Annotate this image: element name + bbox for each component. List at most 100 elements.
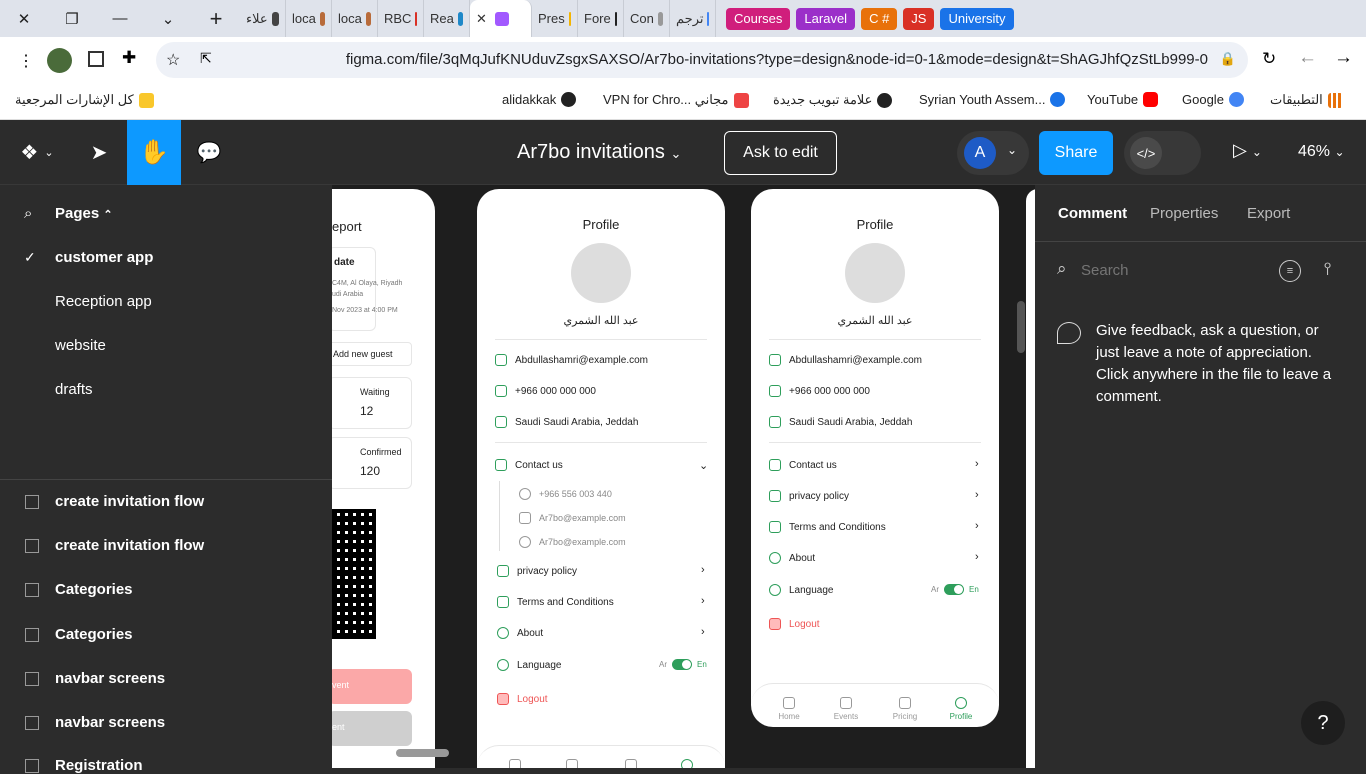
move-tool-icon[interactable]: ➤ — [72, 120, 126, 185]
tab-group[interactable]: JS — [903, 7, 935, 30]
extensions-icon[interactable]: ✚ — [122, 48, 136, 68]
terms-row[interactable]: Terms and Conditions — [769, 521, 886, 533]
tab-properties[interactable]: Properties — [1150, 205, 1218, 222]
layer-item[interactable]: navbar screens — [25, 714, 165, 731]
language-row[interactable]: Language — [769, 584, 834, 596]
bookmark-new-tab[interactable]: علامة تبويب جديدة — [773, 92, 893, 108]
tab-search-icon[interactable]: ⌄ — [144, 0, 192, 37]
close-window-icon[interactable]: ✕ — [0, 0, 48, 37]
vertical-scrollbar[interactable] — [1017, 301, 1025, 353]
layer-item[interactable]: Registration — [25, 757, 143, 774]
tab-group[interactable]: Courses — [726, 7, 791, 30]
tab-export[interactable]: Export — [1247, 205, 1290, 222]
tab-active[interactable]: ✕ — [470, 0, 532, 37]
minimize-window-icon[interactable]: — — [96, 0, 144, 37]
terms-row[interactable]: Terms and Conditions — [497, 596, 614, 608]
primary-button[interactable]: vent — [332, 669, 412, 704]
contact-row[interactable]: Contact us — [495, 459, 563, 471]
page-item[interactable]: website — [55, 337, 106, 354]
browser-tab[interactable]: علاء — [240, 0, 286, 37]
nav-home[interactable]: Home — [769, 697, 809, 721]
multiplayer-avatar-group[interactable]: A ⌄ — [957, 131, 1029, 175]
nav-profile[interactable]: Profile — [941, 697, 981, 721]
about-row[interactable]: About — [497, 627, 543, 639]
figma-menu-icon[interactable]: ❖ ⌄ — [10, 120, 64, 185]
help-button[interactable]: ? — [1301, 701, 1345, 745]
profile-frame[interactable]: Profile عبد الله الشمري Abdullashamri@ex… — [751, 189, 999, 727]
bookmark-all[interactable]: كل الإشارات المرجعية — [15, 92, 154, 108]
menu-dots-icon[interactable]: ⋮ — [18, 51, 34, 71]
bookmark-apps[interactable]: التطبيقات — [1270, 92, 1343, 108]
contact-mail-row[interactable]: Ar7bo@example.com — [519, 512, 626, 524]
language-row[interactable]: Language — [497, 659, 562, 671]
add-guest-button[interactable]: Add new guest — [332, 342, 412, 366]
privacy-row[interactable]: privacy policy — [769, 490, 849, 502]
search-icon[interactable]: ⌕ — [24, 205, 32, 222]
browser-tab[interactable]: Rea — [424, 0, 470, 37]
browser-tab[interactable]: Fore — [578, 0, 624, 37]
nav-profile[interactable]: Profile — [667, 759, 707, 768]
bookmark-youtube[interactable]: YouTube — [1087, 92, 1159, 107]
profile-avatar-icon[interactable] — [47, 48, 72, 73]
nav-events[interactable]: Events — [552, 759, 592, 768]
logout-row[interactable]: Logout — [497, 693, 548, 705]
browser-tab[interactable]: Con — [624, 0, 670, 37]
sidebar-icon[interactable] — [88, 51, 104, 67]
ask-to-edit-button[interactable]: Ask to edit — [724, 131, 837, 175]
design-canvas[interactable]: eport date C4M, Al Olaya, Riyadh udi Ara… — [332, 185, 1035, 768]
lock-icon[interactable]: 🔒 — [1220, 51, 1236, 67]
browser-tab[interactable]: loca — [332, 0, 378, 37]
back-icon[interactable]: ← — [1298, 47, 1317, 69]
comment-search-input[interactable] — [1081, 259, 1251, 281]
share-button[interactable]: Share — [1039, 131, 1113, 175]
settings-sliders-icon[interactable]: ⫯ — [1324, 259, 1331, 279]
nav-pricing[interactable]: Pricing — [611, 759, 651, 768]
nav-pricing[interactable]: Pricing — [885, 697, 925, 721]
offscreen-frame[interactable] — [1026, 189, 1035, 768]
bookmark-vpn[interactable]: VPN for Chro... مجاني — [603, 92, 749, 108]
logout-row[interactable]: Logout — [769, 618, 820, 630]
contact-row[interactable]: Contact us — [769, 459, 837, 471]
page-item[interactable]: customer app — [55, 249, 153, 266]
zoom-level[interactable]: 46% ⌄ — [1298, 143, 1345, 161]
browser-tab[interactable]: ترجم — [670, 0, 716, 37]
forward-icon[interactable]: → — [1334, 47, 1353, 69]
comment-tool-icon[interactable]: 💬 — [182, 120, 236, 185]
bookmark-star-icon[interactable]: ☆ — [166, 50, 180, 70]
new-tab-icon[interactable]: + — [192, 0, 240, 37]
user-avatar[interactable]: A — [964, 137, 996, 169]
about-row[interactable]: About — [769, 552, 815, 564]
bookmark-google[interactable]: Google — [1182, 92, 1244, 107]
restore-window-icon[interactable]: ❐ — [48, 0, 96, 37]
hand-tool-icon[interactable]: ✋ — [127, 120, 181, 185]
omnibox[interactable]: ☆ ⇱ figma.com/file/3qMqJufKNUduvZsgxSAXS… — [156, 42, 1248, 78]
toggle-switch[interactable] — [672, 659, 692, 670]
file-title[interactable]: Ar7bo invitations ⌄ — [517, 141, 681, 164]
whatsapp-row[interactable]: +966 556 003 440 — [519, 488, 612, 500]
nav-events[interactable]: Events — [826, 697, 866, 721]
present-play-icon[interactable]: ▷ ⌄ — [1233, 140, 1262, 161]
privacy-row[interactable]: privacy policy — [497, 565, 577, 577]
layer-item[interactable]: navbar screens — [25, 670, 165, 687]
layer-item[interactable]: create invitation flow — [25, 537, 204, 554]
browser-tab[interactable]: Pres — [532, 0, 578, 37]
browser-tab[interactable]: loca — [286, 0, 332, 37]
layer-item[interactable]: Categories — [25, 626, 133, 643]
pages-header[interactable]: Pages ⌃ — [55, 205, 113, 222]
page-item[interactable]: drafts — [55, 381, 93, 398]
facebook-row[interactable]: Ar7bo@example.com — [519, 536, 626, 548]
close-tab-icon[interactable]: ✕ — [476, 11, 487, 27]
layer-item[interactable]: create invitation flow — [25, 493, 204, 510]
reload-icon[interactable]: ↻ — [1262, 49, 1276, 69]
language-toggle[interactable]: Ar En — [659, 659, 707, 670]
language-toggle[interactable]: Ar En — [931, 584, 979, 595]
dev-mode-toggle[interactable]: </> — [1124, 131, 1201, 175]
tab-group[interactable]: Laravel — [796, 7, 856, 30]
bookmark-syrian-youth[interactable]: Syrian Youth Assem... — [919, 92, 1066, 107]
secondary-button[interactable]: ent — [332, 711, 412, 746]
bookmark-alidakkak[interactable]: alidakkak — [502, 92, 577, 107]
report-frame[interactable]: eport date C4M, Al Olaya, Riyadh udi Ara… — [332, 189, 435, 768]
tab-group[interactable]: C # — [861, 7, 898, 30]
horizontal-scrollbar[interactable] — [396, 749, 449, 757]
share-icon[interactable]: ⇱ — [200, 50, 212, 67]
